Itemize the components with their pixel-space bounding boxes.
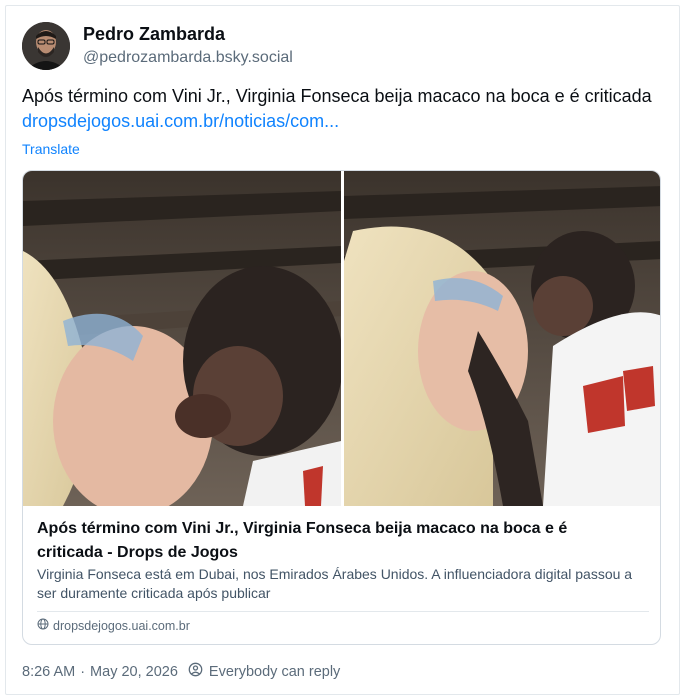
preview-title: Após término com Vini Jr., Virginia Fons… <box>37 520 568 561</box>
preview-divider <box>37 611 649 612</box>
preview-description: Virginia Fonseca está em Dubai, nos Emir… <box>37 566 633 601</box>
post-time[interactable]: 8:26 AM <box>22 664 75 680</box>
preview-domain: dropsdejogos.uai.com.br <box>37 618 190 633</box>
reply-settings[interactable]: Everybody can reply <box>188 662 340 681</box>
author-display-name[interactable]: Pedro Zambarda <box>83 24 225 45</box>
translate-button[interactable]: Translate <box>22 141 80 157</box>
link-preview-card[interactable]: Após término com Vini Jr., Virginia Fons… <box>22 170 661 645</box>
post-link[interactable]: dropsdejogos.uai.com.br/noticias/com... <box>22 111 339 131</box>
reply-settings-label: Everybody can reply <box>208 663 341 680</box>
footer-separator: · <box>80 663 86 680</box>
globe-icon <box>37 618 49 633</box>
post-date[interactable]: May 20, 2026 <box>90 664 178 680</box>
author-handle[interactable]: @pedrozambarda.bsky.social <box>83 49 293 67</box>
post-body: Após término com Vini Jr., Virginia Fons… <box>22 86 652 106</box>
reply-settings-icon <box>188 662 203 681</box>
preview-domain-text: dropsdejogos.uai.com.br <box>53 618 190 633</box>
author-avatar[interactable] <box>22 22 70 70</box>
post-footer: 8:26 AM · May 20, 2026 Everybody can rep… <box>22 662 340 681</box>
post-text: Após término com Vini Jr., Virginia Fons… <box>22 84 662 134</box>
preview-thumbnail <box>23 171 660 506</box>
